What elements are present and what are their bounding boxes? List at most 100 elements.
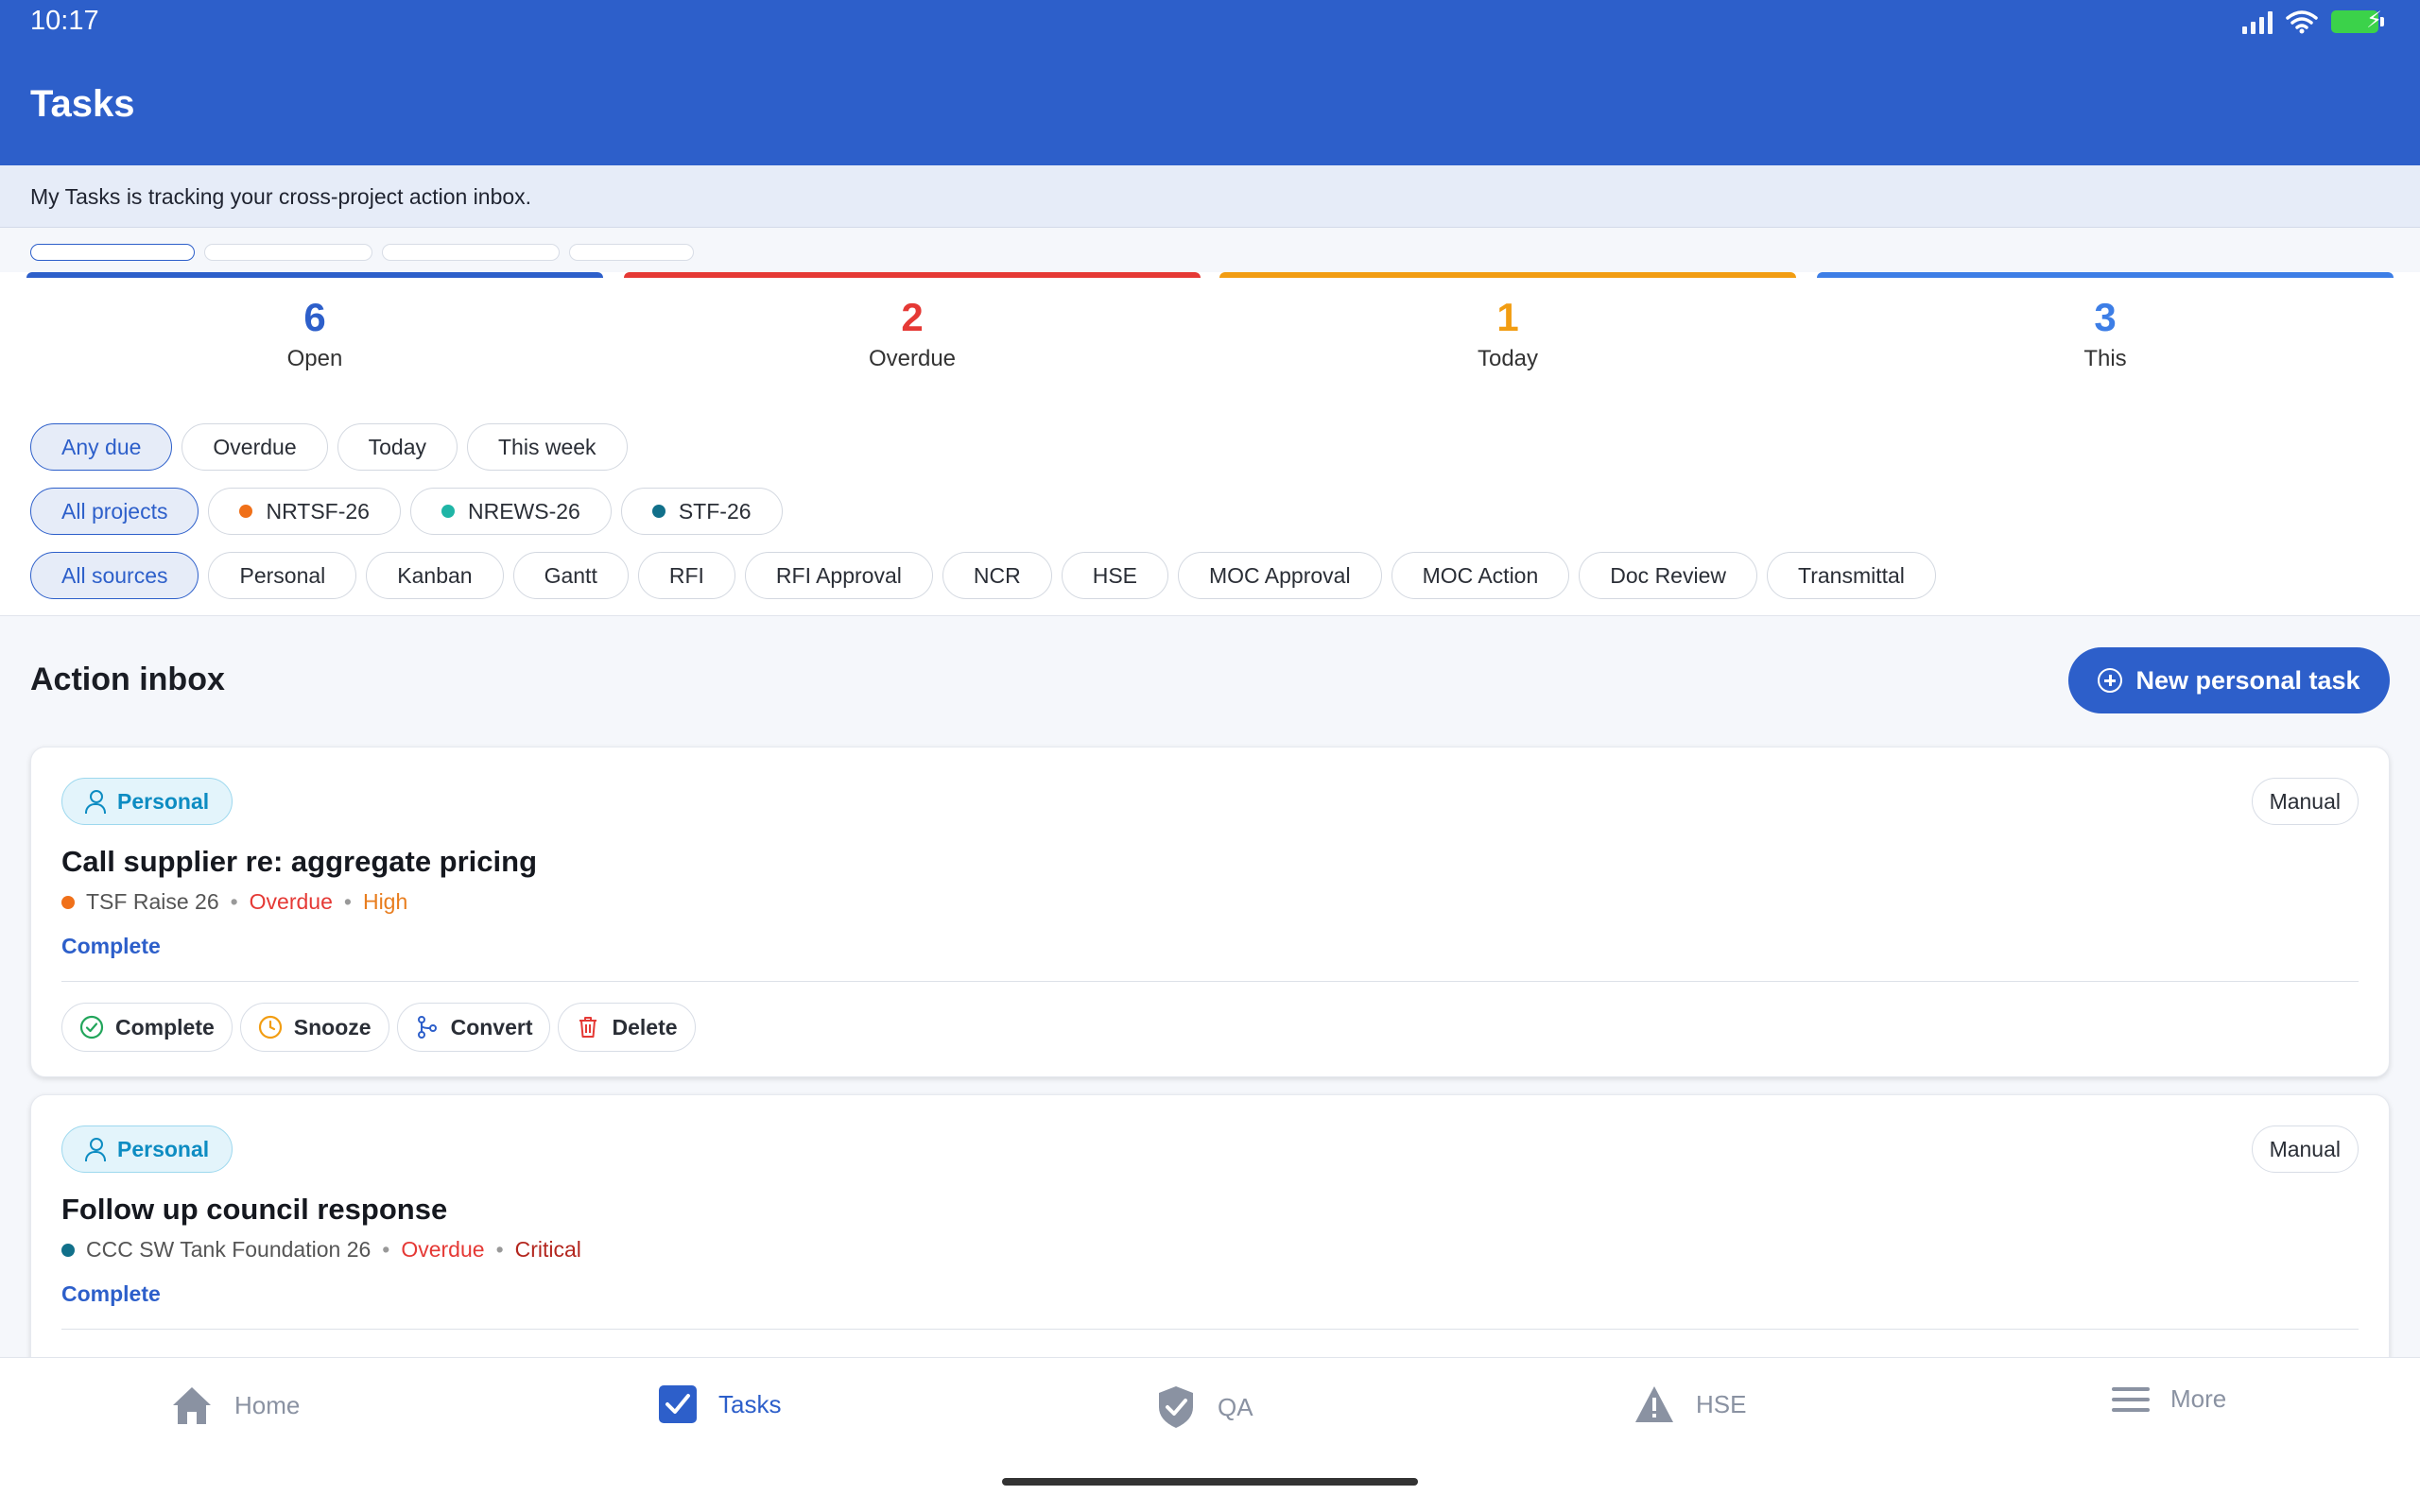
chip-label: STF-26 [678,498,752,524]
button-label: New personal task [2135,665,2360,695]
meta-separator: • [343,889,352,914]
task-project: TSF Raise 26 [86,889,219,914]
complete-link[interactable]: Complete [61,1281,161,1307]
filter-source-gantt[interactable]: Gantt [512,552,629,599]
wifi-icon [2286,10,2318,34]
stat-label: Today [1477,346,1539,371]
stat-value: 1 [1496,295,1519,339]
filter-any-due[interactable]: Any due [30,423,173,471]
stat-open[interactable]: 6 Open [26,272,603,372]
type-badge: Personal [61,778,233,825]
stat-bar [26,272,603,278]
stat-bar [624,272,1201,278]
nav-tasks[interactable]: Tasks [658,1384,781,1424]
project-dot [239,505,253,518]
origin-badge: Manual [2251,1125,2359,1173]
snooze-button[interactable]: Snooze [239,1003,389,1052]
stat-value: 6 [303,295,326,339]
source-filter-row: All sources Personal Kanban Gantt RFI RF… [30,552,1936,599]
stat-value: 2 [901,295,924,339]
complete-button[interactable]: Complete [61,1003,233,1052]
stat-bar [1817,272,2394,278]
task-actions: Complete Snooze Convert Delete [61,1003,696,1052]
task-title: Call supplier re: aggregate pricing [61,845,538,878]
stat-label: Overdue [868,346,957,371]
filter-source-personal[interactable]: Personal [208,552,357,599]
nav-more[interactable]: More [2112,1384,2226,1414]
button-label: Complete [115,1014,215,1040]
new-personal-task-button[interactable]: New personal task [2068,647,2390,713]
filter-all-sources[interactable]: All sources [30,552,199,599]
type-badge: Personal [61,1125,233,1173]
checkbox-icon [659,1385,697,1423]
signal-icon [2242,9,2273,34]
complete-link[interactable]: Complete [61,934,161,959]
home-indicator[interactable] [1002,1478,1418,1486]
section-title: Action inbox [30,662,225,697]
filter-source-doc-review[interactable]: Doc Review [1579,552,1757,599]
button-label: Delete [612,1014,678,1040]
task-project: CCC SW Tank Foundation 26 [86,1237,372,1262]
project-dot [61,1243,75,1257]
stat-today[interactable]: 1 Today [1219,272,1796,372]
status-icons: ⚡ [2242,8,2384,34]
stat-this-week[interactable]: 3 This [1817,272,2394,372]
task-title: Follow up council response [61,1193,448,1226]
origin-badge: Manual [2251,778,2359,825]
page-dot [30,244,195,261]
task-card[interactable]: Personal Manual Call supplier re: aggreg… [30,747,2390,1077]
divider [61,1329,2359,1330]
task-meta: TSF Raise 26 • Overdue • High [61,889,407,915]
filter-source-moc-approval[interactable]: MOC Approval [1178,552,1382,599]
filter-source-hse[interactable]: HSE [1061,552,1168,599]
filter-all-projects[interactable]: All projects [30,488,199,535]
filter-panel: Any due Overdue Today This week All proj… [0,387,2420,616]
page-dot [204,244,372,261]
task-priority: Critical [514,1237,581,1262]
stat-label: Open [286,346,343,371]
filter-today[interactable]: Today [337,423,458,471]
meta-separator: • [230,889,238,914]
trash-icon [579,1017,597,1038]
person-icon [85,790,106,814]
task-status: Overdue [249,889,333,914]
status-time: 10:17 [30,6,99,36]
meta-separator: • [382,1237,390,1262]
clock-icon [258,1015,282,1040]
filter-source-rfi[interactable]: RFI [637,552,735,599]
check-circle-icon [79,1015,104,1040]
filter-source-transmittal[interactable]: Transmittal [1767,552,1936,599]
filter-source-moc-action[interactable]: MOC Action [1391,552,1570,599]
stat-label: This [2083,346,2127,371]
meta-separator: • [495,1237,504,1262]
filter-this-week[interactable]: This week [467,423,628,471]
page-indicator [30,244,694,261]
nav-label: QA [1218,1392,1253,1421]
nav-home[interactable]: Home [170,1384,300,1426]
battery-icon: ⚡ [2331,8,2384,33]
filter-project-nrews[interactable]: NREWS-26 [409,488,612,535]
nav-label: More [2170,1384,2227,1413]
filter-overdue[interactable]: Overdue [182,423,328,471]
task-priority: High [362,889,408,914]
project-dot [441,505,455,518]
convert-button[interactable]: Convert [396,1003,551,1052]
page-title: Tasks [30,83,135,125]
person-icon [85,1138,106,1161]
filter-source-kanban[interactable]: Kanban [366,552,504,599]
delete-button[interactable]: Delete [558,1003,696,1052]
filter-source-rfi-approval[interactable]: RFI Approval [744,552,933,599]
nav-qa[interactable]: QA [1155,1384,1253,1430]
filter-project-nrtsf[interactable]: NRTSF-26 [208,488,401,535]
stat-overdue[interactable]: 2 Overdue [624,272,1201,372]
chip-label: NRTSF-26 [266,498,370,524]
project-dot [651,505,666,518]
nav-label: HSE [1696,1389,1747,1418]
button-label: Snooze [293,1014,372,1040]
filter-project-stf[interactable]: STF-26 [620,488,783,535]
nav-hse[interactable]: HSE [1634,1384,1746,1424]
branch-icon [417,1016,437,1039]
app-bar: 10:17 ⚡ Tasks [0,0,2420,165]
filter-source-ncr[interactable]: NCR [942,552,1052,599]
plus-circle-icon [2098,668,2123,693]
